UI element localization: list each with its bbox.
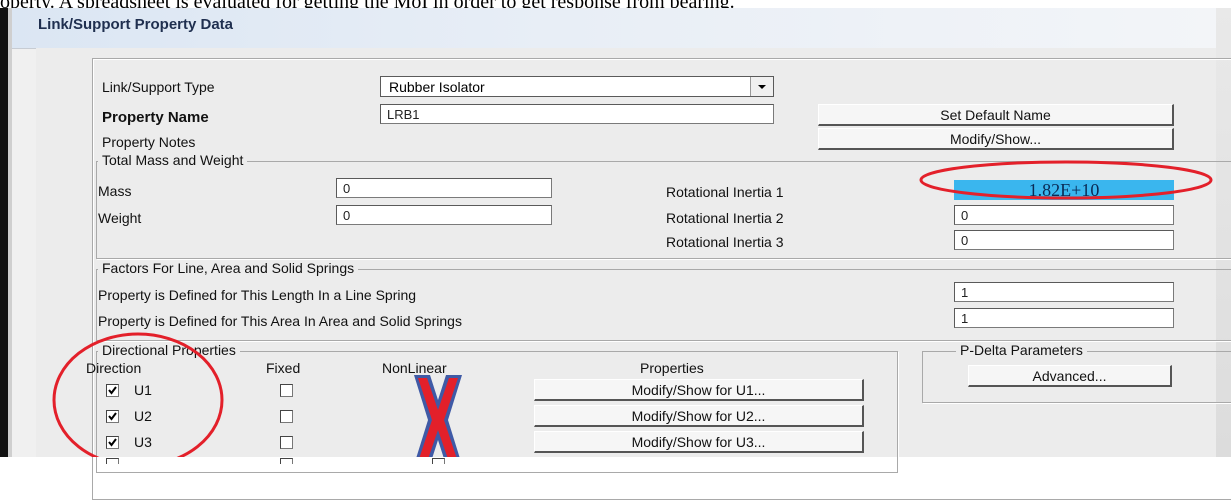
checkmark-icon [108,412,117,421]
direction-column-header: Direction [86,360,142,376]
link-support-type-select[interactable]: Rubber Isolator [380,76,774,97]
set-default-name-button[interactable]: Set Default Name [818,104,1174,126]
mass-label: Mass [98,183,132,199]
fixed-r1-checkbox[interactable] [280,458,293,464]
weight-field[interactable]: 0 [336,205,552,225]
pdelta-legend: P-Delta Parameters [956,342,1087,358]
fixed-u2-checkbox[interactable] [280,410,293,423]
modify-show-u3-button[interactable]: Modify/Show for U3... [534,431,864,453]
dropdown-arrow-button[interactable] [750,77,773,96]
checkmark-icon [108,386,117,395]
property-notes-label: Property Notes [102,134,196,150]
fixed-u1-checkbox[interactable] [280,384,293,397]
checkmark-icon [108,438,117,447]
weight-label: Weight [98,210,142,226]
rotational-inertia-2-label: Rotational Inertia 2 [666,210,784,226]
area-spring-label: Property is Defined for This Area In Are… [98,313,462,329]
fixed-u3-checkbox[interactable] [280,436,293,449]
rotational-inertia-3-label: Rotational Inertia 3 [666,234,784,250]
direction-u1-label: U1 [134,382,152,398]
rotational-inertia-2-field[interactable]: 0 [954,205,1174,225]
modify-show-notes-button[interactable]: Modify/Show... [818,128,1174,150]
modify-show-u1-button[interactable]: Modify/Show for U1... [534,379,864,401]
dialog-client-area: Link/Support Type Rubber Isolator Proper… [36,48,1231,500]
line-spring-label: Property is Defined for This Length In a… [98,287,417,303]
area-spring-field[interactable]: 1 [954,308,1174,328]
window-title: Link/Support Property Data [38,16,234,33]
direction-u1-checkbox[interactable] [106,384,119,397]
modify-show-u2-button[interactable]: Modify/Show for U2... [534,405,864,427]
directional-properties-legend: Directional Properties [98,342,240,358]
property-name-field[interactable]: LRB1 [380,104,774,124]
window-left-edge [0,8,8,457]
rotational-inertia-1-field[interactable]: 1.82E+10 [954,180,1174,200]
mass-field[interactable]: 0 [336,178,552,198]
springs-group [96,269,1231,341]
mass-weight-legend: Total Mass and Weight [98,152,248,168]
link-support-type-value: Rubber Isolator [389,79,485,95]
rotational-inertia-1-label: Rotational Inertia 1 [666,184,784,200]
title-bar[interactable]: Link/Support Property Data [12,8,1216,49]
direction-u3-checkbox[interactable] [106,436,119,449]
fixed-column-header: Fixed [266,360,301,376]
direction-u2-checkbox[interactable] [106,410,119,423]
window-left-border [8,8,12,457]
advanced-button[interactable]: Advanced... [968,365,1172,387]
direction-r1-checkbox[interactable] [106,458,119,464]
nonlinear-column-header: NonLinear [382,360,447,376]
nonlinear-r1-checkbox[interactable] [432,458,445,464]
properties-column-header: Properties [640,360,704,376]
direction-u2-label: U2 [134,408,152,424]
direction-u3-label: U3 [134,434,152,450]
dialog-window: Link/Support Property Data Link/Support … [0,8,1231,500]
rotational-inertia-3-field[interactable]: 0 [954,230,1174,250]
springs-legend: Factors For Line, Area and Solid Springs [98,260,359,276]
chevron-down-icon [758,85,766,89]
line-spring-field[interactable]: 1 [954,282,1174,302]
link-support-type-label: Link/Support Type [102,79,215,95]
property-name-label: Property Name [102,109,209,126]
